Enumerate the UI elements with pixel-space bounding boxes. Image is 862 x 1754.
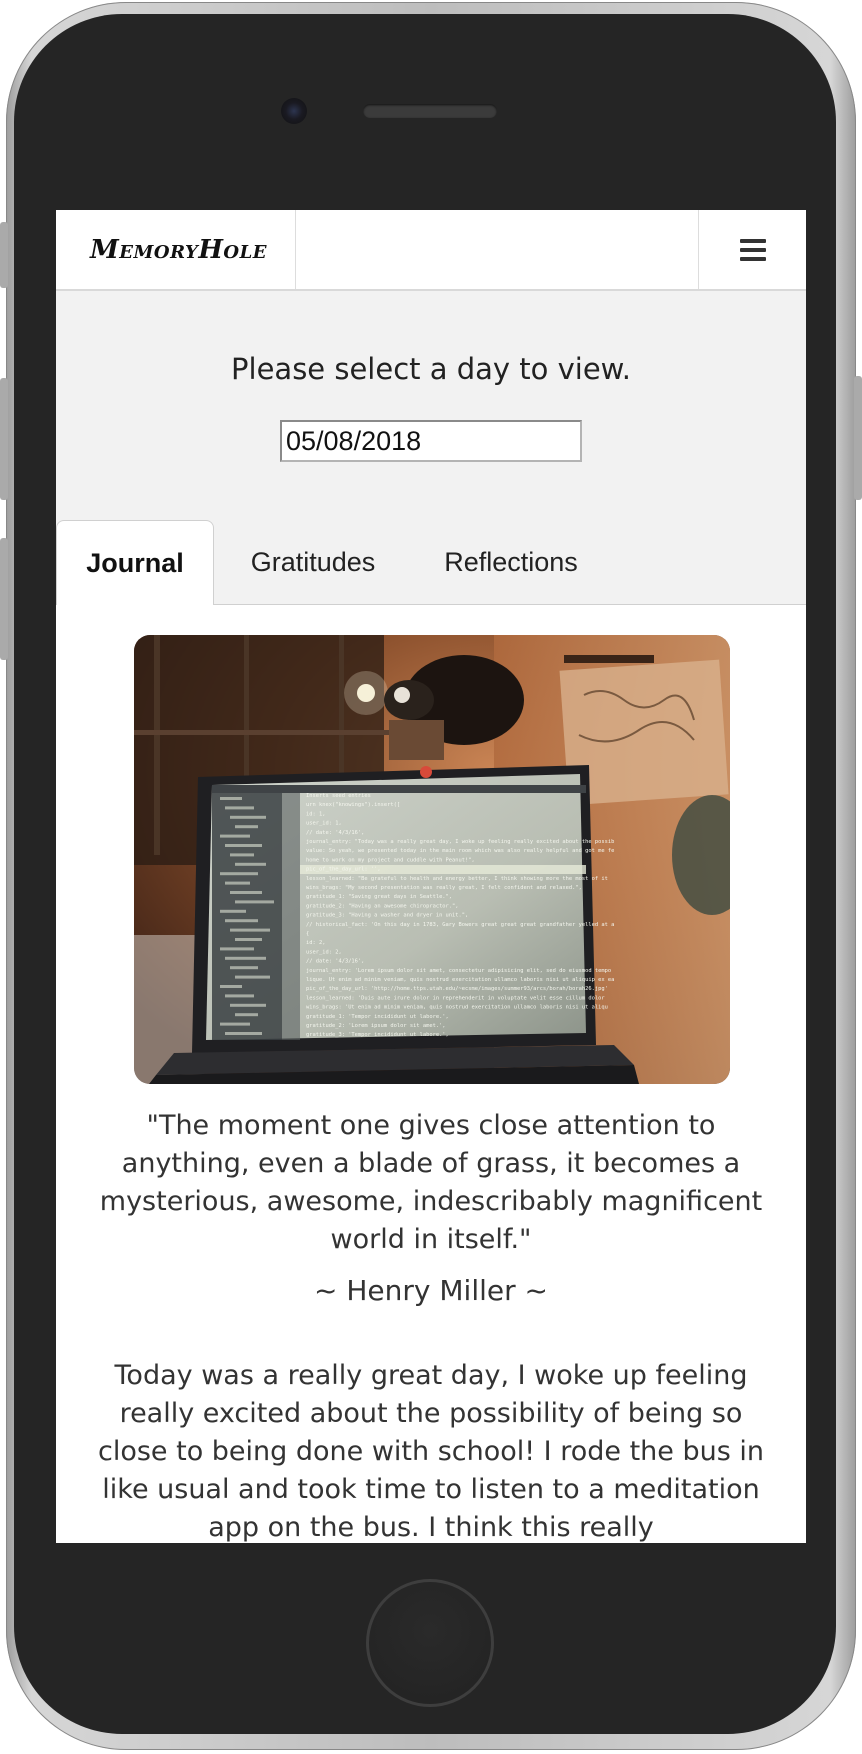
code-line: wins_brags: 'Ut enim ad minim veniam, qu… [306,1005,608,1011]
file-tree-row [225,1032,262,1035]
file-tree-row [235,938,262,941]
quote-text: "The moment one gives close attention to… [99,1110,763,1255]
volume-up-button [0,378,8,500]
file-tree-row [230,966,258,970]
power-button [854,376,862,500]
code-line: home to work on my project and cuddle wi… [306,857,475,863]
tab-journal[interactable]: Journal [56,520,214,606]
file-tree-row [235,825,258,829]
file-tree-row [220,985,242,988]
file-tree-row [225,844,262,847]
file-tree-row [225,881,250,885]
file-tree-row [230,928,270,932]
file-tree-row [230,1003,266,1007]
file-tree-row [235,862,266,866]
file-tree-row [235,1013,258,1017]
menu-toggle-button[interactable] [698,210,806,289]
home-button[interactable] [366,1579,494,1707]
earpiece-speaker [363,104,497,118]
navbar: MemoryHole [56,210,806,291]
hamburger-menu-icon [739,238,766,261]
code-line: gratitude_1: 'Tempor incididunt ut labor… [306,1014,449,1020]
date-input[interactable]: 05/08/2018 [280,420,582,462]
file-tree-row [220,909,246,913]
code-line: pic_of_the_day_url: '', [306,867,381,873]
file-tree-row [235,900,274,904]
file-tree-row [225,956,266,960]
laptop-photo-image: Inserts seed entries urn knex("knowings")… [134,635,730,1084]
file-tree-row [220,1022,250,1026]
file-tree-row [225,919,258,923]
tab-gratitudes[interactable]: Gratitudes [214,520,412,605]
code-line: gratitude_1: "Saving great days in Seatt… [306,894,452,900]
code-line: gratitude_2: "Having an awesome chiropra… [306,903,459,909]
code-line: Inserts seed entries [306,793,371,799]
file-tree-row [230,815,266,819]
code-line: value: So yeah, we presented today in th… [306,848,614,854]
file-tree-row [220,872,258,876]
code-line: journal_entry: 'Lorem ipsum dolor sit am… [306,968,611,974]
code-line: wins_brags: "My second presentation was … [306,885,582,891]
code-line: gratitude_3: "Having a washer and dryer … [306,913,468,919]
quote-author: ~ Henry Miller ~ [314,1274,548,1307]
file-tree-row [220,834,250,838]
app-screen: MemoryHole Please select a day to view. … [56,210,806,1543]
file-tree-row [230,891,262,894]
volume-down-button [0,538,8,660]
file-tree-row [225,806,254,810]
file-tree-row [235,975,270,979]
code-line: // date: '4/3/16', [306,959,364,965]
code-line: lesson_learned: 'Duis aute irure dolor i… [306,995,605,1001]
tab-bar: Journal Gratitudes Reflections [56,520,806,606]
front-camera [281,98,307,124]
code-line: user_id: 2, [306,949,342,955]
tab-reflections[interactable]: Reflections [412,520,610,605]
code-line: gratitude_2: 'Lorem ipsum dolor sit amet… [306,1023,446,1029]
brand-logo[interactable]: MemoryHole [56,210,296,289]
journal-entry-text: Today was a really great day, I woke up … [97,1360,764,1543]
file-tree-row [220,797,242,800]
code-line: gratitude_3: 'Tempor incididunt ut labor… [306,1032,449,1038]
code-line: lesson_learned: "Be grateful to health a… [306,876,608,882]
code-line: id: 1, [306,811,325,817]
code-line: { [306,931,309,937]
code-line: urn knex("knowings").insert([ [306,802,400,808]
code-line: pic_of_the_day_url: 'http://home.ttps.ut… [306,986,608,992]
file-tree-row [225,994,254,998]
code-line: lique. Ut enim ad minim veniam, quis nos… [306,977,614,983]
code-line: journal_entry: "Today was a really great… [306,839,614,845]
code-line: // date: '4/3/16', [306,830,364,836]
code-line: user_id: 1, [306,821,342,827]
photo-of-the-day: Inserts seed entries urn knex("knowings")… [134,635,730,1084]
mute-switch [0,222,8,288]
code-line: id: 2, [306,940,325,946]
file-tree-row [230,853,254,857]
code-line: // historical_fact: 'On this day in 1783… [306,922,614,928]
journal-panel: Inserts seed entries urn knex("knowings")… [56,605,806,1543]
date-prompt: Please select a day to view. [231,352,631,386]
file-tree-row [220,947,254,951]
